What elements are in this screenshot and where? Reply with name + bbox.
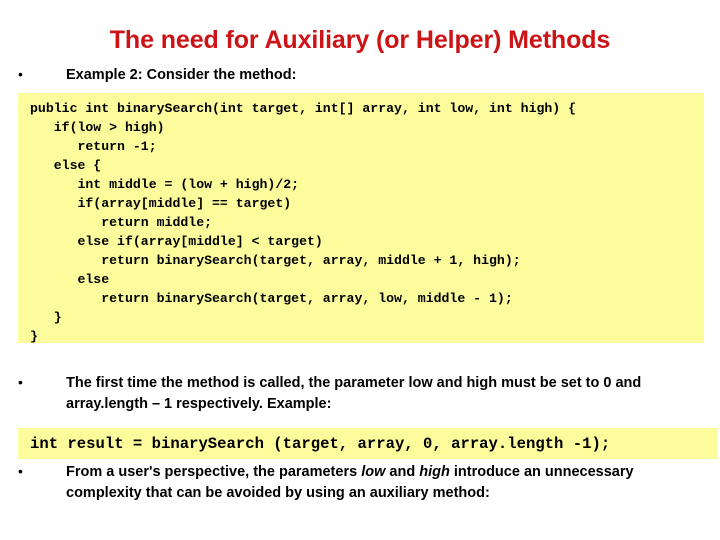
bullet-marker-icon: • (18, 66, 23, 82)
slide-canvas: The need for Auxiliary (or Helper) Metho… (0, 0, 720, 540)
bullet-text-segment-2: and (385, 464, 420, 480)
bullet-text-segment-1: From a user's perspective, the parameter… (66, 464, 362, 480)
bullet-text-emphasis-low: low (361, 464, 386, 480)
code-block-invocation: int result = binarySearch (target, array… (18, 428, 718, 459)
bullet-item-example2: • Example 2: Consider the method: (18, 65, 678, 86)
code-text-binary-search: public int binarySearch(int target, int[… (30, 101, 577, 344)
page-title: The need for Auxiliary (or Helper) Metho… (109, 26, 611, 54)
bullet-marker-icon: • (18, 374, 23, 390)
bullet-text-example2: Example 2: Consider the method: (66, 67, 297, 83)
bullet-text-first-call: The first time the method is called, the… (66, 375, 642, 412)
bullet-text-user-perspective: From a user's perspective, the parameter… (66, 462, 698, 504)
code-block-binary-search: public int binarySearch(int target, int[… (18, 93, 704, 344)
code-text-invocation: int result = binarySearch (target, array… (30, 434, 611, 453)
bullet-item-user-perspective: • From a user's perspective, the paramet… (18, 462, 698, 504)
bullet-item-first-call: • The first time the method is called, t… (18, 373, 698, 415)
bullet-marker-icon: • (18, 463, 23, 479)
bullet-text-emphasis-high: high (419, 464, 450, 480)
